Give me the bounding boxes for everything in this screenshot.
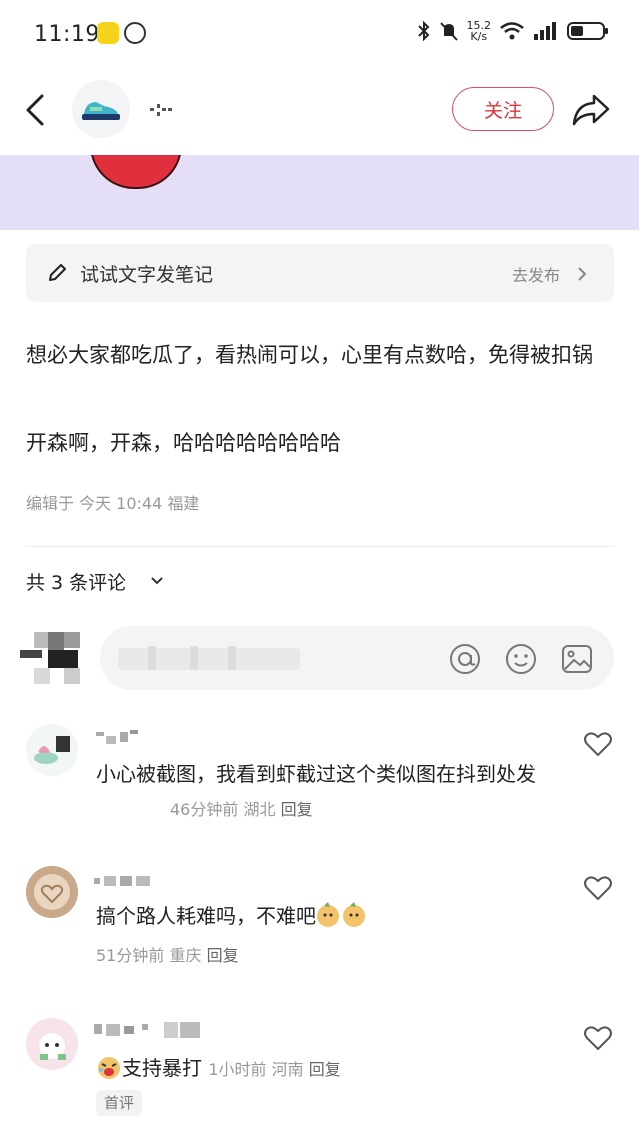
net-speed-unit: K/s	[470, 30, 488, 43]
signal-icon	[534, 22, 556, 40]
battery-icon	[567, 22, 608, 40]
chevron-down-icon[interactable]	[150, 576, 164, 586]
commenter-avatar[interactable]	[26, 866, 78, 918]
shoe-avatar-icon	[82, 102, 120, 120]
heart-icon[interactable]	[583, 730, 613, 758]
comment-location: 重庆	[169, 946, 202, 965]
comment-location: 湖北	[243, 800, 276, 819]
publish-link[interactable]: 去发布	[512, 262, 560, 286]
comment-time: 1小时前	[208, 1060, 267, 1079]
author-avatar[interactable]	[72, 80, 130, 138]
comment-meta: 51分钟前 重庆 回复	[96, 942, 239, 966]
bluetooth-icon	[417, 20, 429, 42]
at-icon[interactable]	[448, 642, 482, 676]
post-image-red-shape	[90, 155, 182, 189]
heart-icon[interactable]	[583, 874, 613, 902]
post-meta: 编辑于 今天 10:44 福建	[26, 494, 200, 513]
commenter-name-blurred[interactable]	[96, 726, 142, 746]
comment-text-value: 搞个路人耗难吗，不难吧	[96, 904, 316, 928]
pen-icon	[49, 264, 66, 281]
sync-notification-icon	[124, 22, 146, 44]
divider	[26, 546, 614, 547]
post-text-1: 想必大家都吃瓜了，看热闹可以，心里有点数哈，免得被扣锅	[26, 343, 593, 367]
back-icon[interactable]	[22, 92, 48, 128]
heart-icon[interactable]	[583, 1024, 613, 1052]
commenter-name-blurred[interactable]	[94, 1020, 206, 1042]
reply-button[interactable]: 回复	[309, 1060, 341, 1079]
comment-text: 支持暴打 1小时前 河南 回复	[96, 1052, 341, 1086]
comment-time: 46分钟前	[170, 800, 239, 819]
status-icons: 15.2 K/s	[417, 20, 610, 42]
wifi-icon	[500, 22, 524, 40]
chevron-right-icon	[578, 267, 587, 281]
my-avatar-pixelated	[20, 632, 82, 684]
image-icon[interactable]	[560, 642, 594, 676]
latte-avatar-icon	[26, 866, 78, 918]
post-text-2: 开森啊，开森，哈哈哈哈哈哈哈哈	[26, 431, 341, 455]
comment-meta: 1小时前 河南 回复	[208, 1060, 340, 1079]
status-time: 11:19	[34, 22, 100, 47]
crying-emoji-icon	[98, 1057, 120, 1079]
share-icon[interactable]	[570, 90, 612, 128]
note-prompt-label: 试试文字发笔记	[80, 264, 214, 286]
post-image[interactable]	[0, 155, 639, 230]
cartoon-avatar-icon	[26, 1018, 78, 1070]
comment-location: 河南	[271, 1060, 304, 1079]
first-comment-badge: 首评	[96, 1090, 143, 1116]
commenter-avatar[interactable]	[26, 724, 78, 776]
comments-count[interactable]: 共 3 条评论	[26, 568, 126, 595]
app-notification-icon	[97, 22, 119, 44]
mute-icon	[439, 22, 458, 41]
follow-button[interactable]: 关注	[452, 87, 554, 131]
author-name-blurred[interactable]	[148, 98, 178, 122]
reply-button[interactable]: 回复	[281, 800, 313, 819]
emoji-icon[interactable]	[504, 642, 538, 676]
commenter-avatar[interactable]	[26, 1018, 78, 1070]
comment-time: 51分钟前	[96, 946, 165, 965]
net-speed: 15.2 K/s	[467, 20, 492, 42]
doge-emoji-icon	[317, 902, 365, 927]
comment-meta: 46分钟前 湖北 回复	[170, 796, 313, 820]
comment-text: 小心被截图，我看到虾截过这个类似图在抖到处发	[96, 762, 536, 786]
comment-input-placeholder-blurred	[118, 644, 300, 672]
commenter-name-blurred[interactable]	[94, 872, 158, 890]
reply-button[interactable]: 回复	[207, 946, 239, 965]
comment-text-value: 支持暴打	[122, 1056, 202, 1080]
lotus-avatar-icon	[26, 724, 78, 776]
comment-text: 搞个路人耗难吗，不难吧	[96, 900, 368, 932]
